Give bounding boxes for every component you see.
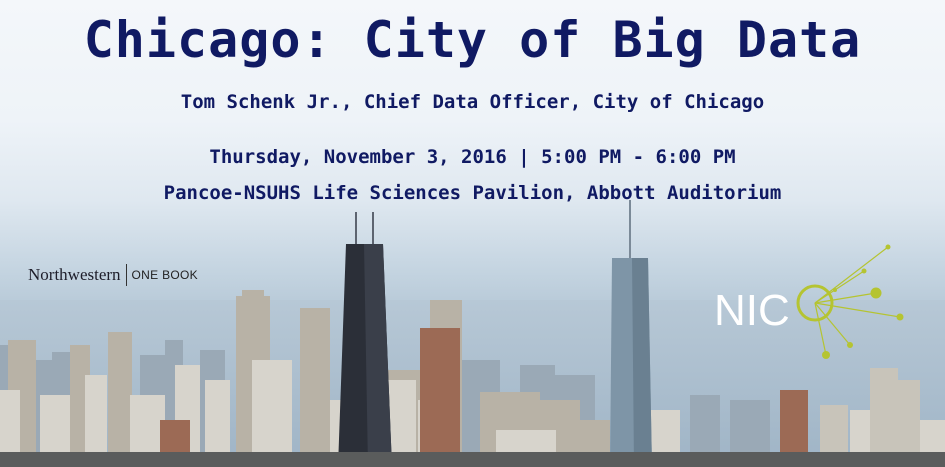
speaker-line: Tom Schenk Jr., Chief Data Officer, City… [180,91,765,113]
northwestern-one-book-logo: Northwestern ONE BOOK [28,262,198,288]
northwestern-logo-text: Northwestern [28,265,121,284]
event-banner: Chicago: City of Big Data Tom Schenk Jr.… [0,0,945,467]
event-datetime: Thursday, November 3, 2016 | 5:00 PM - 6… [209,146,736,168]
logo-divider [125,264,127,286]
nico-logo: NIC [714,244,904,359]
nico-logo-text: NIC [714,286,790,335]
event-venue: Pancoe-NSUHS Life Sciences Pavilion, Abb… [163,182,782,204]
trump-tower [610,200,652,467]
one-book-logo-text: ONE BOOK [131,268,198,282]
hancock-tower [338,212,392,467]
event-title: Chicago: City of Big Data [83,11,862,69]
